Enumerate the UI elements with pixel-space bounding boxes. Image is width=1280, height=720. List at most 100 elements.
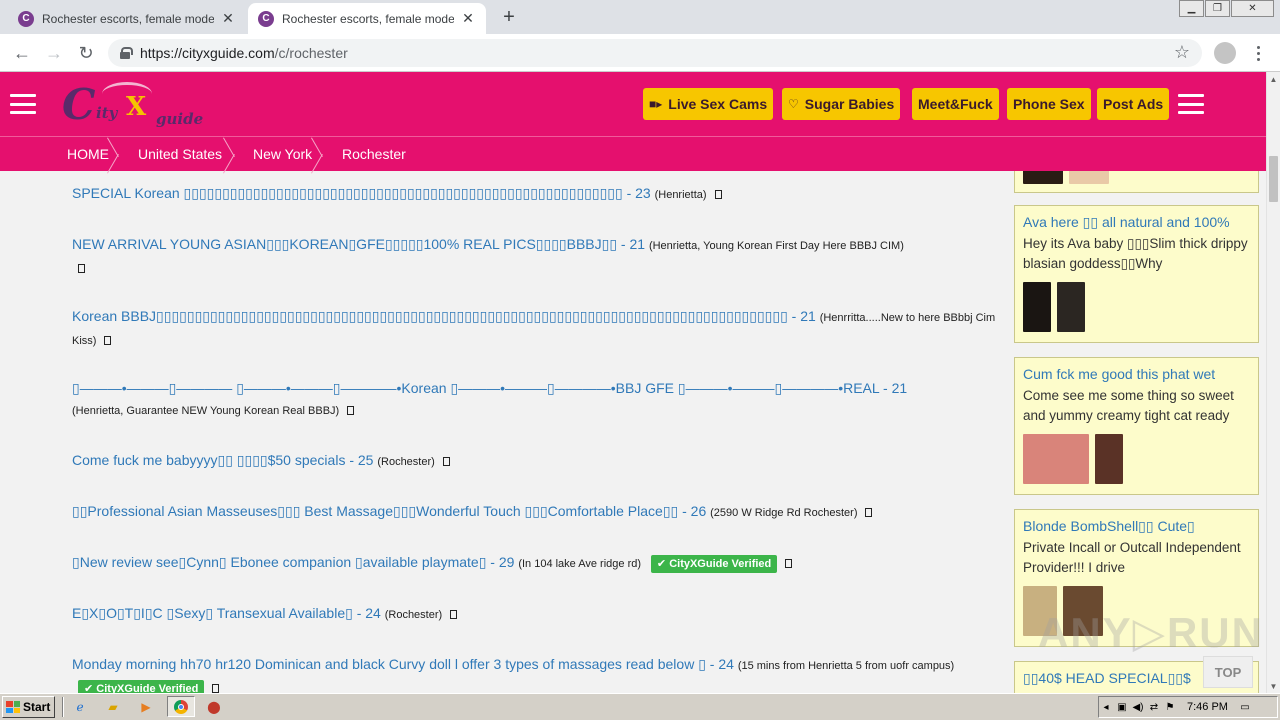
ad-title[interactable]: Cum fck me good this phat wet [1023, 364, 1250, 384]
start-button[interactable]: Start [2, 696, 55, 718]
folder-icon[interactable]: ▰ [103, 698, 123, 716]
scrollbar-thumb[interactable] [1269, 156, 1278, 202]
back-to-top-button[interactable]: TOP [1203, 656, 1253, 688]
flag-icon[interactable]: ⚑ [1163, 699, 1177, 715]
ad-thumbnail[interactable] [1023, 282, 1051, 332]
listing-link[interactable]: Come fuck me babyyyy▯▯ ▯▯▯▯$50 specials … [72, 452, 373, 468]
list-item: Come fuck me babyyyy▯▯ ▯▯▯▯$50 specials … [72, 450, 997, 473]
windows-logo-icon [6, 701, 20, 713]
sugar-babies-button[interactable]: ♡ Sugar Babies [782, 88, 901, 120]
favorite-icon[interactable] [78, 264, 85, 273]
site-favicon-icon: C [18, 10, 34, 27]
clock: 7:46 PM [1187, 701, 1228, 713]
heart-chat-icon: ♡ [788, 97, 799, 111]
chrome-taskbar-button[interactable] [167, 696, 195, 717]
show-desktop-icon[interactable]: ▭ [1238, 699, 1252, 715]
listing-link[interactable]: ▯New review see▯Cynn▯ Ebonee companion ▯… [72, 554, 514, 570]
ad-thumbnails [1023, 282, 1250, 332]
address-bar[interactable]: https://cityxguide.com/c/rochester ☆ [108, 39, 1202, 67]
stop-icon[interactable]: ⬤ [204, 698, 224, 716]
volume-icon[interactable]: ◀) [1131, 699, 1145, 715]
site-favicon-icon: C [258, 10, 274, 27]
ad-title[interactable]: Ava here ▯▯ all natural and 100% [1023, 212, 1250, 232]
right-hamburger-icon[interactable] [1178, 94, 1204, 114]
breadcrumb-rochester: Rochester [342, 146, 406, 162]
sidebar-ad[interactable]: Ava here ▯▯ all natural and 100% Hey its… [1014, 205, 1259, 343]
listing-link[interactable]: E▯X▯O▯T▯I▯C ▯Sexy▯ Transexual Available▯… [72, 605, 381, 621]
ad-thumbnail[interactable] [1069, 171, 1109, 184]
ad-description: Hey its Ava baby ▯▯▯Slim thick drippy bl… [1023, 236, 1248, 271]
breadcrumb-home[interactable]: HOME [67, 146, 109, 162]
window-controls: ▁ ❐ ✕ [1178, 0, 1274, 18]
forward-icon[interactable]: → [42, 41, 66, 65]
list-item: E▯X▯O▯T▯I▯C ▯Sexy▯ Transexual Available▯… [72, 603, 997, 626]
video-camera-icon: ■▸ [649, 97, 663, 111]
breadcrumb-united-states[interactable]: United States [138, 146, 222, 162]
browser-tab-2[interactable]: C Rochester escorts, female models, in ✕ [248, 3, 486, 34]
list-item: Korean BBBJ▯▯▯▯▯▯▯▯▯▯▯▯▯▯▯▯▯▯▯▯▯▯▯▯▯▯▯▯▯… [72, 306, 997, 352]
favorite-icon[interactable] [785, 559, 793, 568]
ad-description: Private Incall or Outcall Independent Pr… [1023, 540, 1241, 575]
browser-tab-1[interactable]: C Rochester escorts, female models, in ✕ [8, 3, 246, 34]
chrome-icon [174, 699, 188, 714]
window-close-icon[interactable]: ✕ [1231, 0, 1274, 17]
listing-link[interactable]: ▯———•———▯———— ▯———•———▯————•Korean ▯———•… [72, 380, 907, 396]
menu-icon[interactable] [1250, 42, 1266, 64]
ad-thumbnail[interactable] [1023, 171, 1063, 184]
scroll-down-icon[interactable]: ▼ [1267, 679, 1280, 693]
restore-icon[interactable]: ❐ [1205, 0, 1230, 17]
list-item: NEW ARRIVAL YOUNG ASIAN▯▯▯KOREAN▯GFE▯▯▯▯… [72, 234, 997, 278]
ad-thumbnails [1023, 171, 1250, 184]
listing-location: (Rochester) [377, 456, 435, 468]
list-item: Monday morning hh70 hr120 Dominican and … [72, 654, 997, 693]
favorite-icon[interactable] [212, 684, 220, 693]
favorite-icon[interactable] [450, 610, 458, 619]
new-tab-button[interactable]: + [497, 5, 521, 29]
ad-thumbnails [1023, 434, 1250, 484]
favorite-icon[interactable] [714, 190, 722, 199]
tab-close-icon[interactable]: ✕ [460, 10, 476, 27]
live-sex-cams-button[interactable]: ■▸ Live Sex Cams [643, 88, 774, 120]
favorite-icon[interactable] [442, 457, 450, 466]
system-tray: ◂ ▣ ◀) ⇄ ⚑ 7:46 PM ▭ [1098, 696, 1278, 718]
media-player-icon[interactable]: ▶ [136, 698, 156, 716]
listing-location: (15 mins from Henrietta 5 from uofr camp… [737, 660, 955, 672]
phone-sex-button[interactable]: Phone Sex [1007, 88, 1091, 120]
reload-icon[interactable]: ↻ [74, 41, 98, 65]
ad-thumbnail[interactable] [1023, 434, 1089, 484]
breadcrumb-new-york[interactable]: New York [253, 146, 312, 162]
favorite-icon[interactable] [347, 406, 355, 415]
bookmark-star-icon[interactable]: ☆ [1174, 42, 1190, 63]
ad-title[interactable]: Blonde BombShell▯▯ Cute▯ [1023, 516, 1250, 536]
page-scrollbar[interactable]: ▲ ▼ [1266, 72, 1280, 693]
left-hamburger-icon[interactable] [10, 94, 36, 114]
listing-location: (Henrietta) [654, 189, 707, 201]
listing-link[interactable]: Monday morning hh70 hr120 Dominican and … [72, 656, 734, 672]
listing-link[interactable]: SPECIAL Korean ▯▯▯▯▯▯▯▯▯▯▯▯▯▯▯▯▯▯▯▯▯▯▯▯▯… [72, 185, 651, 201]
ad-thumbnail[interactable] [1095, 434, 1123, 484]
back-icon[interactable]: ← [10, 41, 34, 65]
listing-link[interactable]: ▯▯Professional Asian Masseuses▯▯▯ Best M… [72, 503, 706, 519]
favorite-icon[interactable] [104, 336, 112, 345]
sidebar-ad[interactable] [1014, 171, 1259, 193]
scroll-up-icon[interactable]: ▲ [1267, 72, 1280, 86]
breadcrumb-separator [118, 137, 130, 172]
meet-fuck-button[interactable]: Meet&Fuck [912, 88, 999, 120]
listing-location: (Rochester) [384, 609, 443, 621]
ad-thumbnail[interactable] [1057, 282, 1085, 332]
sidebar-ad[interactable]: Cum fck me good this phat wet Come see m… [1014, 357, 1259, 495]
network-adapter-icon[interactable]: ⇄ [1147, 699, 1161, 715]
listing-link[interactable]: Korean BBBJ▯▯▯▯▯▯▯▯▯▯▯▯▯▯▯▯▯▯▯▯▯▯▯▯▯▯▯▯▯… [72, 308, 816, 324]
favorite-icon[interactable] [865, 508, 873, 517]
site-logo[interactable]: C ity X guide [62, 78, 207, 130]
network-icon[interactable]: ▣ [1115, 699, 1129, 715]
url-host: https://cityxguide.com [140, 45, 275, 61]
post-ads-button[interactable]: Post Ads [1097, 88, 1170, 120]
listing-link[interactable]: NEW ARRIVAL YOUNG ASIAN▯▯▯KOREAN▯GFE▯▯▯▯… [72, 236, 645, 252]
ie-icon[interactable]: ℯ [70, 698, 90, 716]
tab-close-icon[interactable]: ✕ [220, 10, 236, 27]
profile-icon[interactable] [1214, 42, 1236, 64]
tray-expand-icon[interactable]: ◂ [1099, 699, 1113, 715]
list-item: ▯▯Professional Asian Masseuses▯▯▯ Best M… [72, 501, 997, 524]
minimize-icon[interactable]: ▁ [1179, 0, 1204, 17]
